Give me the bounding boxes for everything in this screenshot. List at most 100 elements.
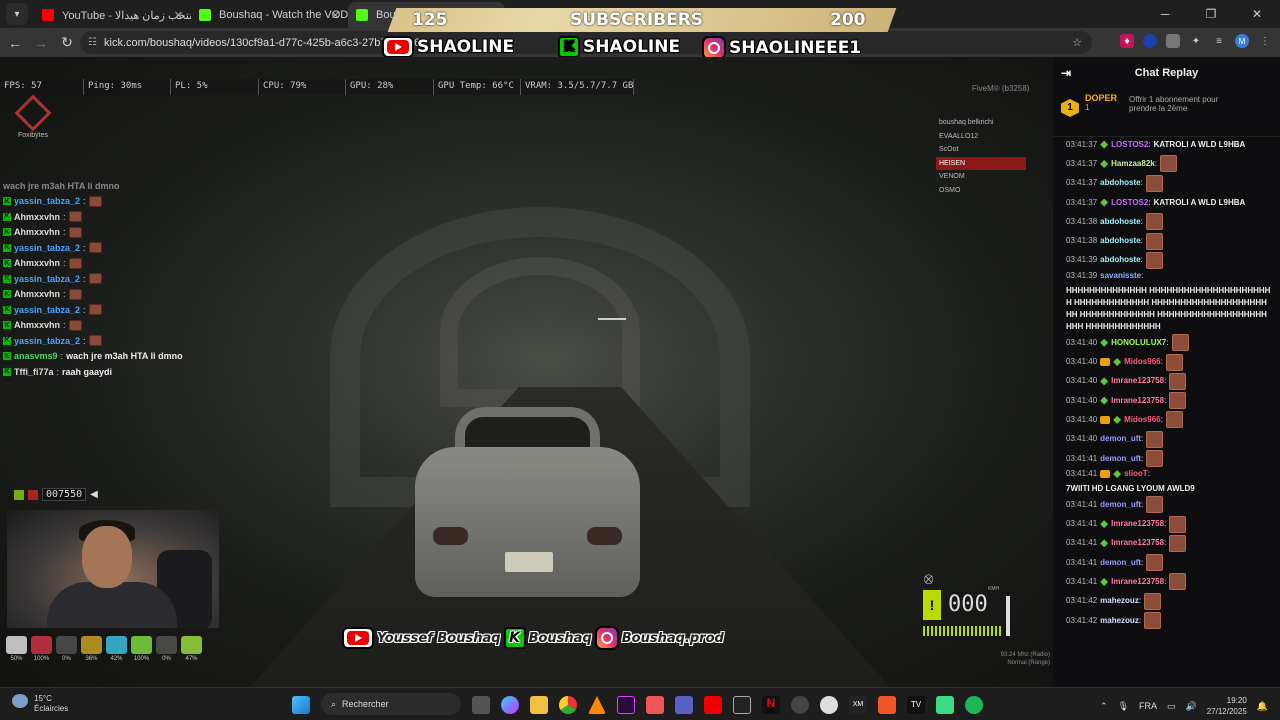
chat-username[interactable]: demon_uft [1100, 453, 1141, 465]
android-studio-icon[interactable] [936, 696, 954, 714]
chat-message[interactable]: 03:41:41 Imrane123758: [1066, 534, 1272, 553]
back-button[interactable]: ← [2, 35, 28, 51]
chat-message[interactable]: 03:41:37 LOSTOS2: KATROLI A WLD L9HBA [1066, 135, 1272, 154]
task-view-icon[interactable] [472, 696, 490, 714]
chat-message[interactable]: 03:41:42 mahezouz: [1066, 611, 1272, 630]
tab-close-icon[interactable]: ✕ [174, 9, 183, 22]
notifications-icon[interactable]: 🔔 [1257, 701, 1268, 712]
chat-username[interactable]: LOSTOS2 [1111, 197, 1148, 209]
chat-username[interactable]: abdohoste [1100, 216, 1140, 228]
windows-start-icon[interactable] [292, 696, 310, 714]
chat-username[interactable]: sliooT [1124, 468, 1148, 480]
bird-app-icon[interactable] [791, 696, 809, 714]
chat-message[interactable]: 03:41:38 abdohoste: [1066, 231, 1272, 250]
language-indicator[interactable]: FRA [1139, 701, 1157, 711]
chat-message[interactable]: 03:41:40 Imrane123758: [1066, 391, 1272, 410]
chat-username[interactable]: mahezouz [1100, 615, 1139, 627]
chat-username[interactable]: demon_uft [1100, 433, 1141, 445]
github-icon[interactable] [820, 696, 838, 714]
bookmark-star-icon[interactable]: ☆ [1072, 36, 1082, 49]
microphone-icon[interactable]: 🎙 [1118, 701, 1129, 712]
collapse-chat-icon[interactable]: ⇥ [1061, 66, 1071, 80]
chat-username[interactable]: Midos966 [1124, 414, 1160, 426]
minimize-button[interactable]: ─ [1142, 0, 1188, 28]
profile-avatar[interactable]: M [1235, 34, 1249, 48]
teams-icon[interactable] [675, 696, 693, 714]
kick-badge-icon: K [3, 305, 11, 314]
chat-username[interactable]: LOSTOS2 [1111, 139, 1148, 151]
file-explorer-icon[interactable] [530, 696, 548, 714]
premiere-icon[interactable] [617, 696, 635, 714]
maximize-button[interactable]: ❐ [1188, 0, 1234, 28]
clock[interactable]: 19:20 27/12/2025 [1207, 695, 1247, 717]
brave-browser-icon[interactable] [878, 696, 896, 714]
network-icon[interactable]: ▭ [1167, 701, 1176, 712]
chat-username[interactable]: abdohoste [1100, 177, 1140, 189]
chat-message[interactable]: 03:41:38 abdohoste: [1066, 212, 1272, 231]
browser-tab[interactable]: YouTube - منتخب زمان هيدالا ✕ [34, 2, 191, 28]
chat-message[interactable]: 03:41:40 demon_uft: [1066, 430, 1272, 449]
close-window-button[interactable]: ✕ [1234, 0, 1280, 28]
chat-username[interactable]: Midos966 [1124, 356, 1160, 368]
brave-icon[interactable] [646, 696, 664, 714]
chat-username[interactable]: demon_uft [1100, 557, 1141, 569]
chat-message[interactable]: 03:41:37 abdohoste: [1066, 174, 1272, 193]
volume-icon[interactable]: 🔊 [1186, 701, 1197, 712]
chat-message[interactable]: 03:41:37 Hamzaa82k: [1066, 154, 1272, 173]
system-tray: ⌃ 🎙 FRA ▭ 🔊 19:20 27/12/2025 🔔 [1100, 695, 1268, 717]
chat-username[interactable]: demon_uft [1100, 499, 1141, 511]
chat-message[interactable]: 03:41:40 HONOLULUX7: [1066, 333, 1272, 352]
forward-button[interactable]: → [28, 35, 54, 51]
reload-button[interactable]: ↻ [54, 34, 80, 51]
chat-username[interactable]: Imrane123758 [1111, 395, 1164, 407]
tab-close-icon[interactable]: ✕ [331, 9, 340, 22]
youtube-app-icon[interactable] [704, 696, 722, 714]
puzzle-extensions-icon[interactable]: ✦ [1189, 34, 1203, 48]
browser-tab[interactable]: Boushaq - Watch the VOD on K✕ [191, 2, 348, 28]
spotify-icon[interactable] [965, 696, 983, 714]
chat-message[interactable]: 03:41:40 Imrane123758: [1066, 372, 1272, 391]
chat-message[interactable]: 03:41:41 demon_uft: [1066, 495, 1272, 514]
fn-app-icon[interactable] [733, 696, 751, 714]
netflix-icon[interactable]: N [762, 696, 780, 714]
notes-extension-icon[interactable] [1166, 34, 1180, 48]
browser-menu-icon[interactable]: ⋮ [1258, 34, 1272, 48]
tradingview-icon[interactable]: TV [907, 696, 925, 714]
tray-expand-icon[interactable]: ⌃ [1100, 701, 1108, 712]
shield-extension-icon[interactable]: ♦ [1120, 34, 1134, 48]
weather-widget[interactable]: 15°C Éclaircies [12, 694, 68, 714]
chat-username[interactable]: abdohoste [1100, 235, 1140, 247]
chrome-icon[interactable] [559, 696, 577, 714]
chat-message[interactable]: 03:41:40 Midos966: [1066, 410, 1272, 429]
chat-message[interactable]: 03:41:41 Imrane123758: [1066, 514, 1272, 533]
chat-message[interactable]: 03:41:41 demon_uft: [1066, 553, 1272, 572]
chat-message[interactable]: 03:41:42 mahezouz: [1066, 592, 1272, 611]
chat-message[interactable]: 03:41:39 abdohoste: [1066, 251, 1272, 270]
chat-message[interactable]: 03:41:41 sliooT: 7WIITI HD LGANG LYOUM AWL… [1066, 468, 1272, 495]
vpn-extension-icon[interactable] [1143, 34, 1157, 48]
chat-username[interactable]: Hamzaa82k [1111, 158, 1155, 170]
pinned-gift-message[interactable]: 1 DOPER 1 Offrir 1 abonnement pour prend… [1053, 89, 1280, 137]
chat-message[interactable]: 03:41:41 demon_uft: [1066, 449, 1272, 468]
speed-unit: KMH [988, 586, 1000, 592]
chat-message[interactable]: 03:41:41 Imrane123758: [1066, 572, 1272, 591]
fuel-bar [1006, 596, 1010, 636]
chat-message[interactable]: 03:41:40 Midos966: [1066, 352, 1272, 371]
chat-username[interactable]: Imrane123758 [1111, 518, 1164, 530]
site-info-icon[interactable]: ☷ [88, 37, 97, 48]
chat-username[interactable]: HONOLULUX7 [1111, 337, 1166, 349]
chat-username[interactable]: Imrane123758 [1111, 375, 1164, 387]
chat-username[interactable]: mahezouz [1100, 595, 1139, 607]
media-controls-icon[interactable]: ≡ [1212, 34, 1226, 48]
chat-username[interactable]: abdohoste [1100, 254, 1140, 266]
copilot-icon[interactable] [501, 696, 519, 714]
chat-username[interactable]: savanisste [1100, 270, 1141, 282]
vlc-icon[interactable] [588, 696, 606, 714]
taskbar-search[interactable]: ⌕ Rechercher [321, 693, 461, 715]
chat-username[interactable]: Imrane123758 [1111, 576, 1164, 588]
tab-search-button[interactable]: ▾ [6, 3, 28, 25]
chat-username[interactable]: Imrane123758 [1111, 537, 1164, 549]
xm-app-icon[interactable]: XM [849, 696, 867, 714]
chat-message[interactable]: 03:41:37 LOSTOS2: KATROLI A WLD L9HBA [1066, 193, 1272, 212]
chat-message[interactable]: 03:41:39 savanisste: HHHHHHHHHHHHHH HHHHHH… [1066, 270, 1272, 333]
